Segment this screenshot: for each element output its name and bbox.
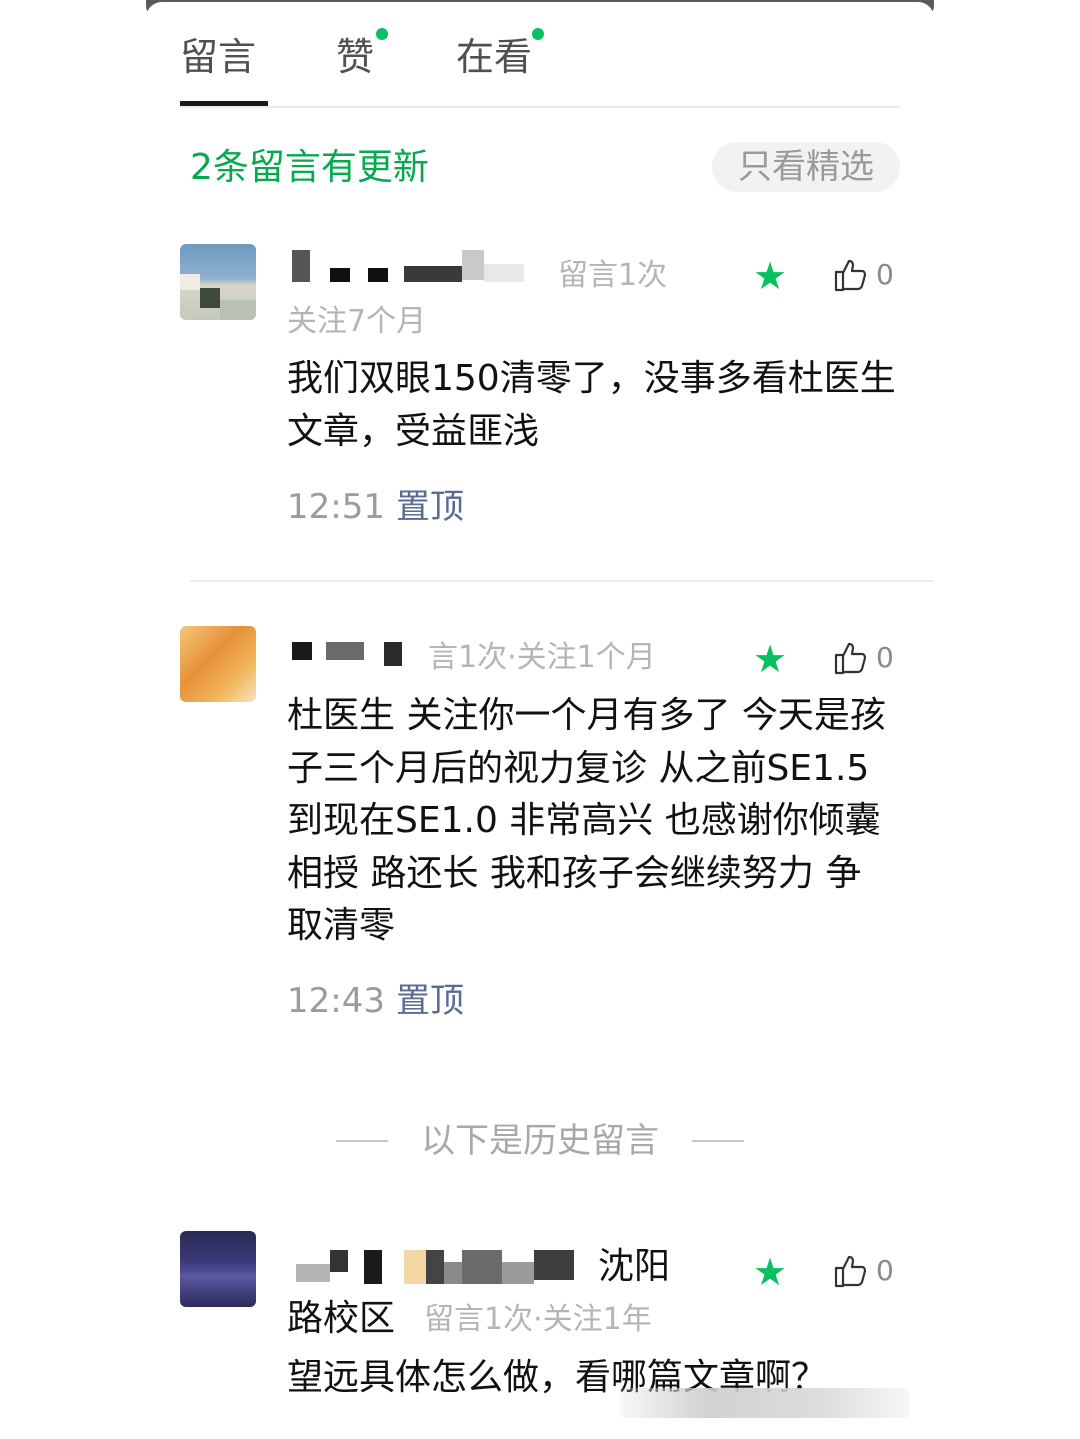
comment-meta: 留言1次 <box>558 258 668 293</box>
tab-comments[interactable]: 留言 <box>180 30 256 84</box>
comment-text: 我们双眼150清零了，没事多看杜医生文章，受益匪浅 <box>287 358 896 452</box>
history-divider: 以下是历史留言 <box>336 1118 744 1164</box>
avatar[interactable] <box>180 244 256 320</box>
comment-time: 12:51 <box>287 487 385 527</box>
tab-likes[interactable]: 赞 <box>336 28 388 84</box>
like-count: 0 <box>876 641 894 674</box>
comment-author-line2: 路校区 <box>287 1298 396 1339</box>
divider-line <box>336 1140 388 1142</box>
comment-meta: 言1次·关注1个月 <box>428 640 656 675</box>
comment-author-tail: 沈阳 <box>598 1246 671 1287</box>
star-icon[interactable]: ★ <box>752 257 788 295</box>
new-dot-icon <box>532 28 544 40</box>
thumbs-up-icon[interactable] <box>832 638 872 678</box>
avatar[interactable] <box>180 626 256 702</box>
tab-comments-label: 留言 <box>180 35 257 79</box>
like-count: 0 <box>876 1254 894 1287</box>
tab-likes-label: 赞 <box>336 35 375 79</box>
pin-button[interactable]: 置顶 <box>396 484 464 530</box>
comment-divider <box>190 580 934 582</box>
pin-button[interactable]: 置顶 <box>396 978 464 1024</box>
comment-meta: 关注7个月 <box>287 304 427 339</box>
comment-meta: 留言1次·关注1年 <box>424 1302 652 1337</box>
featured-only-button[interactable]: 只看精选 <box>712 142 900 192</box>
screen-top-edge <box>146 0 934 18</box>
thumbs-up-icon[interactable] <box>832 1251 872 1291</box>
comment-text: 杜医生 关注你一个月有多了 今天是孩子三个月后的视力复诊 从之前SE1.5到现在… <box>287 695 886 946</box>
tab-watching-label: 在看 <box>456 35 533 79</box>
avatar[interactable] <box>180 1231 256 1307</box>
comment-time: 12:43 <box>287 981 385 1021</box>
new-dot-icon <box>376 28 388 40</box>
divider-line <box>692 1140 744 1142</box>
watermark-blur <box>620 1388 910 1418</box>
tab-bar: 留言 赞 在看 <box>180 28 900 108</box>
history-divider-label: 以下是历史留言 <box>421 1121 659 1161</box>
tab-watching[interactable]: 在看 <box>456 28 544 84</box>
star-icon[interactable]: ★ <box>752 1253 788 1291</box>
blurred-username <box>296 1250 574 1284</box>
blurred-username <box>292 250 524 282</box>
blurred-username <box>292 642 402 666</box>
update-notice-link[interactable]: 2条留言有更新 <box>190 142 429 194</box>
thumbs-up-icon[interactable] <box>832 255 872 295</box>
like-count: 0 <box>876 258 894 291</box>
star-icon[interactable]: ★ <box>752 640 788 678</box>
tab-divider <box>180 106 900 108</box>
